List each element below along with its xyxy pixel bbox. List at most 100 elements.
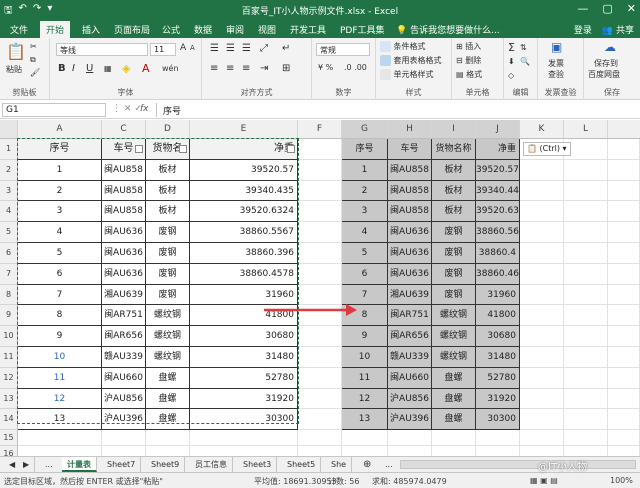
baidu-cloud-icon[interactable]: ☁ (604, 40, 616, 54)
copy-icon[interactable]: ⧉ (30, 55, 36, 65)
empty-cell[interactable] (298, 409, 342, 431)
column-header-k[interactable]: K (520, 120, 564, 139)
pasted-cell[interactable]: 沪AU856 (388, 388, 432, 410)
sheet-tab-sheet9[interactable]: Sheet9 (146, 457, 186, 472)
empty-cell[interactable] (608, 409, 640, 431)
empty-cell[interactable] (564, 388, 608, 410)
italic-button[interactable]: I (72, 63, 75, 74)
conditional-format-button[interactable]: 条件格式 (380, 41, 426, 52)
pasted-cell[interactable]: 盘螺 (432, 367, 476, 389)
orientation-icon[interactable]: ⤢ (260, 43, 268, 54)
empty-cell[interactable] (190, 430, 298, 447)
empty-cell[interactable] (608, 201, 640, 223)
pasted-cell[interactable]: 10 (342, 347, 388, 368)
pasted-cell[interactable]: 30300 (476, 409, 520, 431)
shrink-font-button[interactable]: A (190, 44, 195, 52)
tab-view[interactable]: 视图 (258, 23, 276, 36)
pasted-cell[interactable]: 盘螺 (432, 409, 476, 431)
sheet-tab-employee[interactable]: 员工信息 (190, 457, 233, 472)
empty-cell[interactable] (564, 201, 608, 223)
pasted-cell[interactable]: 闽AU636 (388, 222, 432, 243)
empty-cell[interactable] (608, 367, 640, 389)
pasted-cell[interactable]: 41800 (476, 305, 520, 327)
horizontal-scrollbar[interactable] (400, 460, 636, 469)
empty-cell[interactable] (564, 139, 608, 160)
column-header-a[interactable]: A (18, 120, 102, 139)
tab-formulas[interactable]: 公式 (162, 23, 180, 36)
pasted-cell[interactable]: 板材 (432, 159, 476, 181)
pasted-cell[interactable]: 3 (342, 201, 388, 223)
pasted-cell[interactable]: 13 (342, 409, 388, 431)
delete-cells-button[interactable]: ⊟ 删除 (456, 55, 481, 66)
paste-button[interactable]: 粘贴 (6, 64, 22, 75)
restore-button[interactable]: ▢ (602, 2, 612, 15)
pasted-cell[interactable]: 废钢 (432, 222, 476, 243)
pasted-cell[interactable]: 30680 (476, 326, 520, 347)
insert-cells-button[interactable]: ⊞ 插入 (456, 41, 481, 52)
fill-icon[interactable]: ⬇ (508, 57, 515, 66)
row-header[interactable]: 12 (0, 367, 18, 389)
empty-cell[interactable] (342, 430, 388, 447)
align-left-icon[interactable]: ≡ (210, 63, 218, 74)
empty-cell[interactable] (520, 201, 564, 223)
row-header[interactable]: 15 (0, 430, 18, 447)
empty-cell[interactable] (298, 201, 342, 223)
empty-cell[interactable] (102, 430, 146, 447)
empty-cell[interactable] (298, 159, 342, 181)
empty-cell[interactable] (608, 326, 640, 347)
sort-filter-icon[interactable]: ⇅ (520, 43, 527, 52)
font-size-select[interactable]: 11 (150, 43, 176, 56)
empty-cell[interactable] (608, 263, 640, 285)
row-header[interactable]: 5 (0, 222, 18, 243)
minimize-button[interactable]: — (577, 2, 588, 15)
tab-home[interactable]: 开始 (40, 21, 71, 38)
sheet-nav-right-icon[interactable]: ▶ (18, 457, 36, 472)
empty-cell[interactable] (520, 243, 564, 264)
pasted-cell[interactable]: 39520.57 (476, 159, 520, 181)
row-header[interactable]: 10 (0, 326, 18, 347)
align-top-icon[interactable]: ☰ (210, 43, 219, 54)
empty-cell[interactable] (608, 347, 640, 368)
pasted-cell[interactable]: 赣AU339 (388, 347, 432, 368)
pasted-cell[interactable]: 板材 (432, 201, 476, 223)
empty-cell[interactable] (520, 367, 564, 389)
tab-insert[interactable]: 插入 (82, 23, 100, 36)
column-header-h[interactable]: H (388, 120, 432, 139)
sheet-tab-sheet7[interactable]: Sheet7 (102, 457, 142, 472)
empty-cell[interactable] (520, 430, 564, 447)
pasted-cell[interactable]: 螺纹钢 (432, 326, 476, 347)
empty-cell[interactable] (146, 430, 190, 447)
empty-cell[interactable] (520, 263, 564, 285)
empty-cell[interactable] (298, 326, 342, 347)
cut-icon[interactable]: ✂ (30, 42, 37, 51)
paste-icon[interactable]: 📋 (6, 42, 26, 61)
empty-cell[interactable] (608, 139, 640, 160)
empty-cell[interactable] (520, 180, 564, 202)
empty-cell[interactable] (520, 326, 564, 347)
select-all-corner[interactable] (0, 120, 18, 139)
font-name-select[interactable]: 等线 (56, 43, 148, 56)
pasted-cell[interactable]: 闽AU636 (388, 243, 432, 264)
tell-me-search[interactable]: 💡 告诉我您想要做什么... (396, 23, 500, 36)
grow-font-button[interactable]: A (180, 43, 186, 53)
invoice-check-icon[interactable]: ▣ (551, 40, 562, 54)
empty-cell[interactable] (476, 430, 520, 447)
format-cells-button[interactable]: ▤ 格式 (456, 69, 482, 80)
empty-cell[interactable] (608, 305, 640, 327)
pasted-cell[interactable]: 1 (342, 159, 388, 181)
row-header[interactable]: 3 (0, 180, 18, 202)
worksheet-grid[interactable]: A C D E F G H I J K L 1 序号 车号 货物名 净重 序号 车号 货物名称… (0, 120, 640, 463)
formula-input[interactable]: 序号 (156, 103, 638, 117)
pasted-cell[interactable]: 闽AR751 (388, 305, 432, 327)
number-format-select[interactable]: 常规 (316, 43, 370, 56)
format-painter-icon[interactable]: 🖌 (30, 68, 40, 77)
empty-cell[interactable] (298, 367, 342, 389)
row-header[interactable]: 2 (0, 159, 18, 181)
pasted-cell[interactable]: 螺纹钢 (432, 305, 476, 327)
pasted-cell[interactable]: 闽AU858 (388, 201, 432, 223)
sheet-tab-sheet3[interactable]: Sheet3 (238, 457, 278, 472)
empty-cell[interactable] (520, 409, 564, 431)
pasted-cell[interactable]: 闽AU858 (388, 159, 432, 181)
underline-button[interactable]: U (86, 63, 93, 74)
empty-cell[interactable] (520, 305, 564, 327)
